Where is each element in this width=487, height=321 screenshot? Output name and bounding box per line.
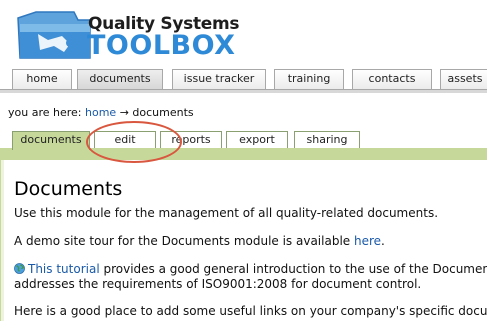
tab-training[interactable]: training (274, 69, 344, 89)
tab-assets[interactable]: assets (440, 69, 487, 89)
edit-tab-highlight-circle (86, 121, 182, 163)
links-paragraph: Here is a good place to add some useful … (14, 304, 487, 318)
breadcrumb-current: documents (132, 106, 194, 119)
demo-tour-text: A demo site tour for the Documents modul… (14, 234, 354, 248)
subtab-export[interactable]: export (226, 131, 288, 148)
page-title: Documents (14, 178, 123, 200)
tab-home[interactable]: home (12, 69, 72, 89)
demo-tour-paragraph: A demo site tour for the Documents modul… (14, 233, 385, 249)
breadcrumb-prefix: you are here: (8, 106, 82, 119)
tutorial-link[interactable]: This tutorial (28, 262, 100, 276)
breadcrumb-arrow: → (119, 106, 129, 119)
demo-tour-end: . (381, 234, 385, 248)
tutorial-paragraph-line2: addresses the requirements of ISO9001:20… (14, 277, 422, 291)
intro-paragraph: Use this module for the management of al… (14, 206, 439, 220)
main-nav: home documents issue tracker training co… (0, 69, 487, 90)
brand-name-line2: TOOLBOX (87, 30, 236, 61)
nav-divider (0, 89, 487, 93)
tab-contacts[interactable]: contacts (352, 69, 432, 89)
subtab-documents[interactable]: documents (12, 131, 90, 150)
globe-icon (14, 263, 25, 274)
breadcrumb-home-link[interactable]: home (85, 106, 116, 119)
tutorial-text: provides a good general introduction to … (99, 262, 487, 276)
tab-issue-tracker[interactable]: issue tracker (172, 69, 266, 89)
sub-nav: documents edit reports export sharing (0, 131, 487, 150)
tutorial-paragraph: This tutorial provides a good general in… (14, 261, 487, 277)
tab-documents[interactable]: documents (77, 69, 163, 90)
demo-tour-link[interactable]: here (354, 234, 381, 248)
breadcrumb: you are here: home → documents (8, 106, 194, 119)
toolbox-logo-icon (17, 11, 91, 59)
subtab-sharing[interactable]: sharing (294, 131, 360, 148)
